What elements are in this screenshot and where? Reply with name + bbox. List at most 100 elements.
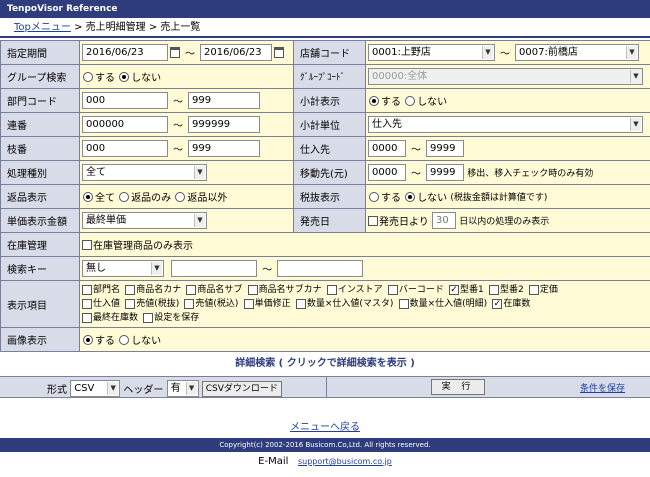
chevron-down-icon: ▼	[630, 118, 641, 131]
display-item[interactable]: 商品名サブ	[186, 283, 242, 297]
breadcrumb-top-link[interactable]: Topメニュー	[14, 22, 71, 33]
period-from-input[interactable]: 2016/06/23	[82, 44, 168, 61]
release-days-input[interactable]: 30	[432, 212, 456, 229]
return-only-radio[interactable]	[119, 191, 130, 202]
display-item-checkbox[interactable]	[82, 298, 92, 309]
email-link[interactable]: support@busicom.co.jp	[298, 457, 392, 466]
copyright: Copyright(c) 2002-2016 Busicom.Co,Ltd. A…	[0, 438, 650, 452]
search-key-select[interactable]: 無し ▼	[82, 260, 164, 277]
display-item-checkbox[interactable]	[295, 298, 306, 309]
back-to-menu-link[interactable]: メニューへ戻る	[290, 422, 360, 433]
save-conditions-link[interactable]: 条件を保存	[580, 381, 625, 394]
display-item-checkbox[interactable]	[243, 298, 254, 309]
search-key-label: 検索キー	[0, 256, 80, 281]
move-from-input[interactable]: 0000	[368, 164, 406, 181]
display-item[interactable]: インストア	[326, 283, 383, 297]
tax-no-radio[interactable]	[405, 191, 416, 202]
display-item-checkbox[interactable]	[387, 284, 398, 295]
period-to-input[interactable]: 2016/06/23	[200, 44, 272, 61]
dept-from-input[interactable]: 000	[82, 92, 168, 109]
display-item[interactable]: 単価修正	[243, 297, 291, 311]
move-to-input[interactable]: 9999	[426, 164, 464, 181]
display-item[interactable]: 商品名カナ	[125, 283, 181, 297]
subtotal-display-label: 小計表示	[293, 88, 366, 113]
display-item[interactable]: 最終在庫数	[82, 311, 138, 325]
display-items-label: 表示項目	[0, 280, 80, 328]
branch-to-input[interactable]: 999	[188, 140, 260, 157]
detail-search-toggle[interactable]: 詳細検索 ( クリックで詳細検索を表示 )	[0, 352, 650, 376]
display-item[interactable]: 型番1	[449, 283, 484, 297]
unit-price-select[interactable]: 最終単価 ▼	[82, 212, 207, 229]
display-item-checkbox[interactable]	[186, 284, 197, 295]
header-select[interactable]: 有 ▼	[166, 380, 199, 397]
display-item-checkbox[interactable]	[528, 284, 539, 295]
group-no-radio[interactable]	[119, 71, 130, 82]
display-item[interactable]: 数量×仕入値(マスタ)	[295, 297, 393, 311]
display-item-checkbox[interactable]	[326, 284, 337, 295]
chevron-down-icon: ▼	[185, 382, 197, 395]
display-item[interactable]: 在庫数	[492, 297, 530, 311]
display-item-checkbox[interactable]	[184, 298, 195, 309]
group-yes-label: する	[95, 73, 115, 84]
subtotal-yes-radio[interactable]	[369, 95, 379, 106]
serial-from-input[interactable]: 000000	[82, 116, 168, 133]
execute-button[interactable]: 実 行	[431, 379, 485, 395]
serial-to-input[interactable]: 999999	[188, 116, 260, 133]
image-yes-radio[interactable]	[83, 334, 93, 345]
release-note: 日以内の処理のみ表示	[459, 217, 550, 227]
image-no-radio[interactable]	[119, 334, 130, 345]
chevron-down-icon: ▼	[194, 166, 205, 179]
release-date-checkbox[interactable]	[368, 215, 378, 226]
supplier-from-input[interactable]: 0000	[368, 140, 406, 157]
display-item-checkbox[interactable]	[82, 284, 92, 295]
display-item-checkbox[interactable]	[143, 312, 154, 323]
process-type-label: 処理種別	[0, 160, 80, 185]
display-item[interactable]: バーコード	[387, 283, 444, 297]
display-item[interactable]: 設定を保存	[143, 311, 199, 325]
search-key-input-1[interactable]	[171, 260, 258, 277]
display-item-checkbox[interactable]	[492, 298, 503, 309]
display-item[interactable]: 売値(税込)	[184, 297, 238, 311]
supplier-to-input[interactable]: 9999	[426, 140, 464, 157]
format-select[interactable]: CSV ▼	[70, 380, 121, 397]
release-date-chk-label: 発売日より	[379, 217, 429, 228]
calendar-icon[interactable]	[274, 47, 284, 58]
chevron-down-icon: ▼	[107, 382, 119, 395]
display-item-checkbox[interactable]	[488, 284, 499, 295]
display-item[interactable]: 売値(税抜)	[125, 297, 179, 311]
process-type-select[interactable]: 全て ▼	[82, 164, 207, 181]
image-display-label: 画像表示	[0, 327, 80, 352]
stock-only-checkbox[interactable]	[82, 239, 92, 250]
dept-to-input[interactable]: 999	[188, 92, 260, 109]
display-item[interactable]: 数量×仕入値(明細)	[398, 297, 487, 311]
move-note: 移出、移入チェック時のみ有効	[467, 169, 594, 179]
display-item[interactable]: 仕入値	[82, 297, 120, 311]
subtotal-unit-select[interactable]: 仕入先 ▼	[368, 116, 643, 133]
csv-download-button[interactable]: CSVダウンロード	[201, 380, 282, 397]
display-item-checkbox[interactable]	[82, 312, 92, 323]
branch-from-input[interactable]: 000	[82, 140, 168, 157]
display-item[interactable]: 型番2	[488, 283, 524, 297]
display-item[interactable]: 商品名サブカナ	[247, 283, 322, 297]
display-item-checkbox[interactable]	[398, 298, 409, 309]
calendar-icon[interactable]	[170, 47, 180, 58]
subtotal-no-radio[interactable]	[405, 95, 416, 106]
breadcrumb: Topメニュー > 売上明細管理 > 売上一覧	[0, 18, 650, 38]
return-all-radio[interactable]	[83, 191, 93, 202]
return-except-label: 返品以外	[187, 193, 228, 204]
store-from-select[interactable]: 0001:上野店 ▼	[368, 44, 495, 61]
chevron-down-icon: ▼	[151, 262, 162, 275]
tax-yes-radio[interactable]	[369, 191, 379, 202]
chevron-down-icon: ▼	[482, 46, 493, 59]
display-item[interactable]: 部門名	[82, 283, 120, 297]
group-code-select[interactable]: 00000:全体 ▼	[368, 68, 643, 85]
display-item[interactable]: 定価	[528, 283, 558, 297]
return-except-radio[interactable]	[175, 191, 186, 202]
search-key-input-2[interactable]	[277, 260, 364, 277]
store-to-select[interactable]: 0007:前橋店 ▼	[515, 44, 639, 61]
group-yes-radio[interactable]	[83, 71, 93, 82]
display-item-checkbox[interactable]	[125, 298, 136, 309]
display-item-checkbox[interactable]	[449, 284, 460, 295]
display-item-checkbox[interactable]	[247, 284, 258, 295]
display-item-checkbox[interactable]	[125, 284, 136, 295]
